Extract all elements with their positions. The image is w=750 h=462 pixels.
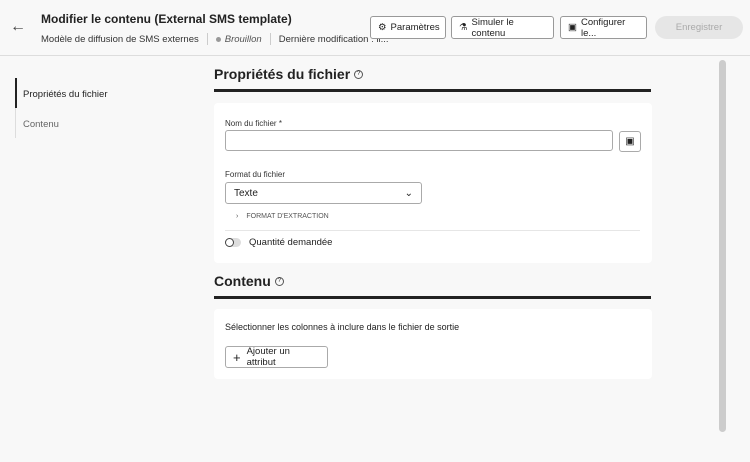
- help-icon[interactable]: ?: [354, 69, 364, 79]
- content-description: Sélectionner les colonnes à inclure dans…: [225, 322, 460, 332]
- quantity-toggle[interactable]: [225, 238, 241, 247]
- settings-label: Paramètres: [390, 22, 440, 33]
- configure-button[interactable]: ▣ Configurer le...: [560, 16, 647, 39]
- add-attribute-label: Ajouter un attribut: [246, 346, 290, 368]
- format-value: Texte: [234, 187, 258, 199]
- format-select[interactable]: Texte ⌄: [225, 182, 422, 204]
- quantity-label: Quantité demandée: [249, 237, 333, 248]
- status-text: Brouillon: [224, 33, 262, 45]
- personalize-icon: ▣: [625, 136, 635, 147]
- divider: [225, 230, 640, 231]
- settings-button[interactable]: ⚙ Paramètres: [370, 16, 446, 39]
- section-divider: [214, 89, 651, 92]
- content-heading: Contenu?: [214, 273, 284, 289]
- section-title: Contenu: [214, 273, 271, 289]
- nav-item-content[interactable]: Contenu: [23, 119, 59, 130]
- chevron-down-icon: ⌄: [404, 187, 413, 199]
- divider: [269, 33, 271, 45]
- nav-active-indicator: [15, 78, 17, 108]
- content-card: Sélectionner les colonnes à inclure dans…: [214, 309, 652, 379]
- configure-label: Configurer le...: [580, 16, 626, 39]
- filename-label: Nom du fichier *: [225, 119, 282, 128]
- filename-input[interactable]: [225, 130, 613, 151]
- simulate-label: Simuler le contenu: [471, 16, 514, 39]
- image-settings-icon: ▣: [568, 22, 577, 33]
- status-badge: Brouillon: [215, 33, 262, 45]
- file-properties-card: Nom du fichier * ▣ Format du fichier Tex…: [214, 103, 652, 263]
- chevron-right-icon: ›: [236, 213, 239, 220]
- section-divider: [214, 296, 651, 299]
- personalization-button[interactable]: ▣: [619, 131, 641, 152]
- subtitle-bar: Modèle de diffusion de SMS externes Brou…: [41, 33, 389, 45]
- extraction-label: FORMAT D'EXTRACTION: [246, 213, 329, 220]
- help-icon[interactable]: ?: [274, 276, 284, 286]
- status-dot-icon: [215, 36, 221, 42]
- extraction-format-toggle[interactable]: › FORMAT D'EXTRACTION: [236, 213, 329, 220]
- required-icon: *: [278, 119, 282, 128]
- format-label: Format du fichier: [225, 170, 286, 179]
- divider: [206, 33, 208, 45]
- simulate-content-button[interactable]: ⚗ Simuler le contenu: [451, 16, 554, 39]
- save-button[interactable]: Enregistrer: [655, 16, 743, 39]
- section-title: Propriétés du fichier: [214, 66, 351, 82]
- back-arrow-icon[interactable]: ←: [10, 18, 26, 36]
- gear-icon: ⚙: [378, 22, 387, 33]
- template-type: Modèle de diffusion de SMS externes: [41, 33, 199, 45]
- scrollbar[interactable]: [719, 60, 726, 432]
- add-attribute-button[interactable]: + Ajouter un attribut: [225, 346, 328, 368]
- flask-icon: ⚗: [459, 22, 468, 33]
- save-label: Enregistrer: [675, 22, 723, 33]
- page-title: Modifier le contenu (External SMS templa…: [41, 12, 292, 26]
- nav-item-file-properties[interactable]: Propriétés du fichier: [23, 89, 107, 100]
- file-properties-heading: Propriétés du fichier?: [214, 66, 364, 82]
- plus-icon: +: [233, 349, 241, 365]
